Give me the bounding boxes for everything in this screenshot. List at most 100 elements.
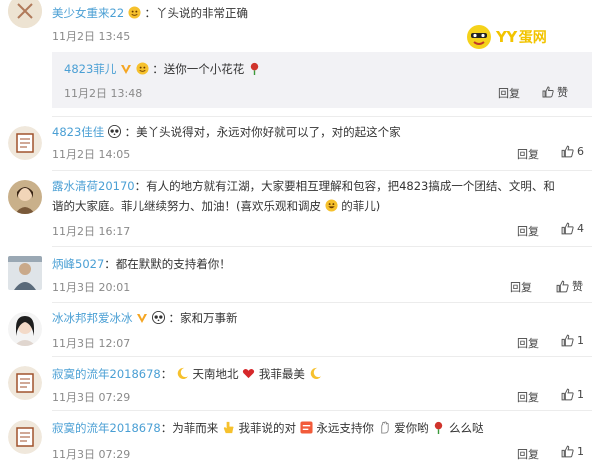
comment-text: 爱你哟	[394, 421, 429, 435]
comment-time: 11月2日 13:48	[64, 87, 143, 100]
reply-button[interactable]: 回复	[517, 223, 539, 239]
like-button[interactable]: 赞	[542, 84, 568, 100]
colon: ：	[144, 6, 156, 20]
comment-item: 炳峰5027：都在默默的支持着你！ 11月3日 20:01 回复 赞	[0, 246, 600, 302]
reply-button[interactable]: 回复	[517, 335, 539, 351]
comment-item: 冰冰邦邦爱冰冰 ：家和万事新 11月3日 12:07 回复 1	[0, 302, 600, 356]
colon: ：	[160, 367, 173, 381]
comment-line: 4823佳佳 ：美丫头说得对，永远对你好就可以了，对的起这个家	[52, 124, 401, 140]
verified-v-icon	[137, 314, 148, 323]
avatar[interactable]	[8, 312, 42, 346]
username-link[interactable]: 炳峰5027	[52, 257, 104, 271]
comment-text: 天南地北	[192, 367, 239, 381]
comment-text: 美丫头说得对，永远对你好就可以了，对的起这个家	[136, 125, 401, 139]
comment-line: 寂寞的流年2018678： 天南地北 我菲最美	[52, 366, 322, 382]
colon: ：	[160, 421, 173, 435]
username-link[interactable]: 4823菲儿	[64, 62, 116, 76]
like-count: 1	[577, 445, 584, 458]
moon-icon	[310, 367, 321, 379]
username-link[interactable]: 4823佳佳	[52, 125, 104, 139]
colon: ：	[124, 125, 137, 139]
moon-icon	[177, 367, 188, 379]
comment-text: 我菲最美	[258, 367, 305, 381]
comment-item: 美少女重来22 ：丫头说的非常正确 11月2日 13:45 4823菲儿 ：送你…	[0, 0, 600, 120]
like-count: 6	[577, 145, 584, 158]
like-count: 4	[577, 222, 584, 235]
like-button[interactable]: 1	[561, 334, 584, 347]
comment-text: 永远支持你	[316, 421, 374, 435]
avatar[interactable]	[8, 0, 42, 28]
colon: ：	[168, 311, 180, 325]
reply-button[interactable]: 回复	[517, 389, 539, 405]
comment-text: 为菲而来	[172, 421, 219, 435]
comment-time: 11月3日 07:29	[52, 448, 131, 461]
sticker-icon	[300, 421, 313, 434]
heart-icon	[243, 369, 255, 379]
panda-icon	[107, 125, 121, 138]
hand-icon	[380, 421, 389, 434]
reply-button[interactable]: 回复	[517, 446, 539, 462]
comment-line: 炳峰5027：都在默默的支持着你！	[52, 256, 231, 272]
username-link[interactable]: 寂寞的流年2018678	[52, 421, 161, 435]
colon: ：	[134, 179, 147, 193]
verified-v-icon	[120, 65, 131, 74]
emoji-icon	[128, 6, 141, 19]
comment-time: 11月2日 13:45	[52, 30, 131, 43]
like-button[interactable]: 4	[561, 222, 584, 235]
avatar[interactable]	[8, 256, 42, 290]
like-count: 1	[577, 334, 584, 347]
comment-text: 都在默默的支持着你！	[115, 257, 231, 271]
like-button[interactable]: 1	[561, 445, 584, 458]
like-count: 1	[577, 388, 584, 401]
thumbs-up-icon	[561, 334, 574, 347]
thumbs-up-icon	[561, 388, 574, 401]
thumbs-up-icon	[556, 280, 569, 292]
rose-icon	[250, 62, 259, 75]
comment-line: 冰冰邦邦爱冰冰 ：家和万事新	[52, 310, 237, 326]
thumbs-up-icon	[561, 222, 574, 235]
avatar[interactable]	[8, 180, 42, 214]
comment-item: 寂寞的流年2018678： 天南地北 我菲最美 11月3日 07:29 回复 1	[0, 356, 600, 410]
comment-time: 11月3日 07:29	[52, 391, 131, 404]
like-button[interactable]: 赞	[556, 278, 583, 294]
like-label: 赞	[557, 86, 568, 99]
comment-text: 谐的大家庭。菲儿继续努力、加油！(喜欢乐观和调皮	[52, 199, 321, 213]
username-link[interactable]: 冰冰邦邦爱冰冰	[52, 311, 133, 325]
avatar[interactable]	[8, 420, 42, 454]
comment-text: 的菲儿)	[341, 199, 381, 213]
comment-text: 送你一个小花花	[163, 62, 245, 76]
comment-line: 美少女重来22 ：丫头说的非常正确	[52, 5, 248, 21]
rose-icon	[435, 421, 443, 434]
comment-time: 11月3日 20:01	[52, 281, 131, 294]
comment-line: 谐的大家庭。菲儿继续努力、加油！(喜欢乐观和调皮 的菲儿)	[52, 198, 380, 214]
username-link[interactable]: 寂寞的流年2018678	[52, 367, 161, 381]
like-button[interactable]: 1	[561, 388, 584, 401]
comment-time: 11月2日 16:17	[52, 225, 131, 238]
username-link[interactable]: 美少女重来22	[52, 6, 124, 20]
panda-icon	[151, 311, 165, 324]
avatar[interactable]	[8, 126, 42, 160]
comment-text: 么么哒	[448, 421, 484, 435]
colon: ：	[104, 257, 116, 271]
username-link[interactable]: 露水清荷20170	[52, 179, 135, 193]
comment-text: 丫头说的非常正确	[155, 6, 248, 20]
emoji-icon	[136, 62, 149, 75]
comment-item: 露水清荷20170：有人的地方就有江湖，大家要相互理解和包容，把4823搞成一个…	[0, 170, 600, 244]
grin-emoji-icon	[325, 199, 338, 212]
reply-button[interactable]: 回复	[517, 146, 539, 162]
comment-item: 4823佳佳 ：美丫头说得对，永远对你好就可以了，对的起这个家 11月2日 14…	[0, 116, 600, 170]
comment-time: 11月3日 12:07	[52, 337, 131, 350]
pointing-hand-icon	[223, 421, 234, 434]
comment-line: 4823菲儿 ：送你一个小花花	[64, 61, 261, 77]
comment-text: 家和万事新	[179, 311, 238, 325]
like-button[interactable]: 6	[561, 145, 584, 158]
thumbs-up-icon	[542, 86, 554, 98]
comment-line: 露水清荷20170：有人的地方就有江湖，大家要相互理解和包容，把4823搞成一个…	[52, 178, 555, 194]
colon: ：	[152, 62, 164, 76]
comment-time: 11月2日 14:05	[52, 148, 131, 161]
comment-item: 寂寞的流年2018678：为菲而来 我菲说的对 永远支持你 爱你哟 么么哒 11…	[0, 410, 600, 468]
reply-button[interactable]: 回复	[510, 279, 532, 295]
reply-box: 4823菲儿 ：送你一个小花花 11月2日 13:48 回复 赞	[52, 52, 592, 108]
reply-button[interactable]: 回复	[498, 85, 520, 101]
avatar[interactable]	[8, 366, 42, 400]
